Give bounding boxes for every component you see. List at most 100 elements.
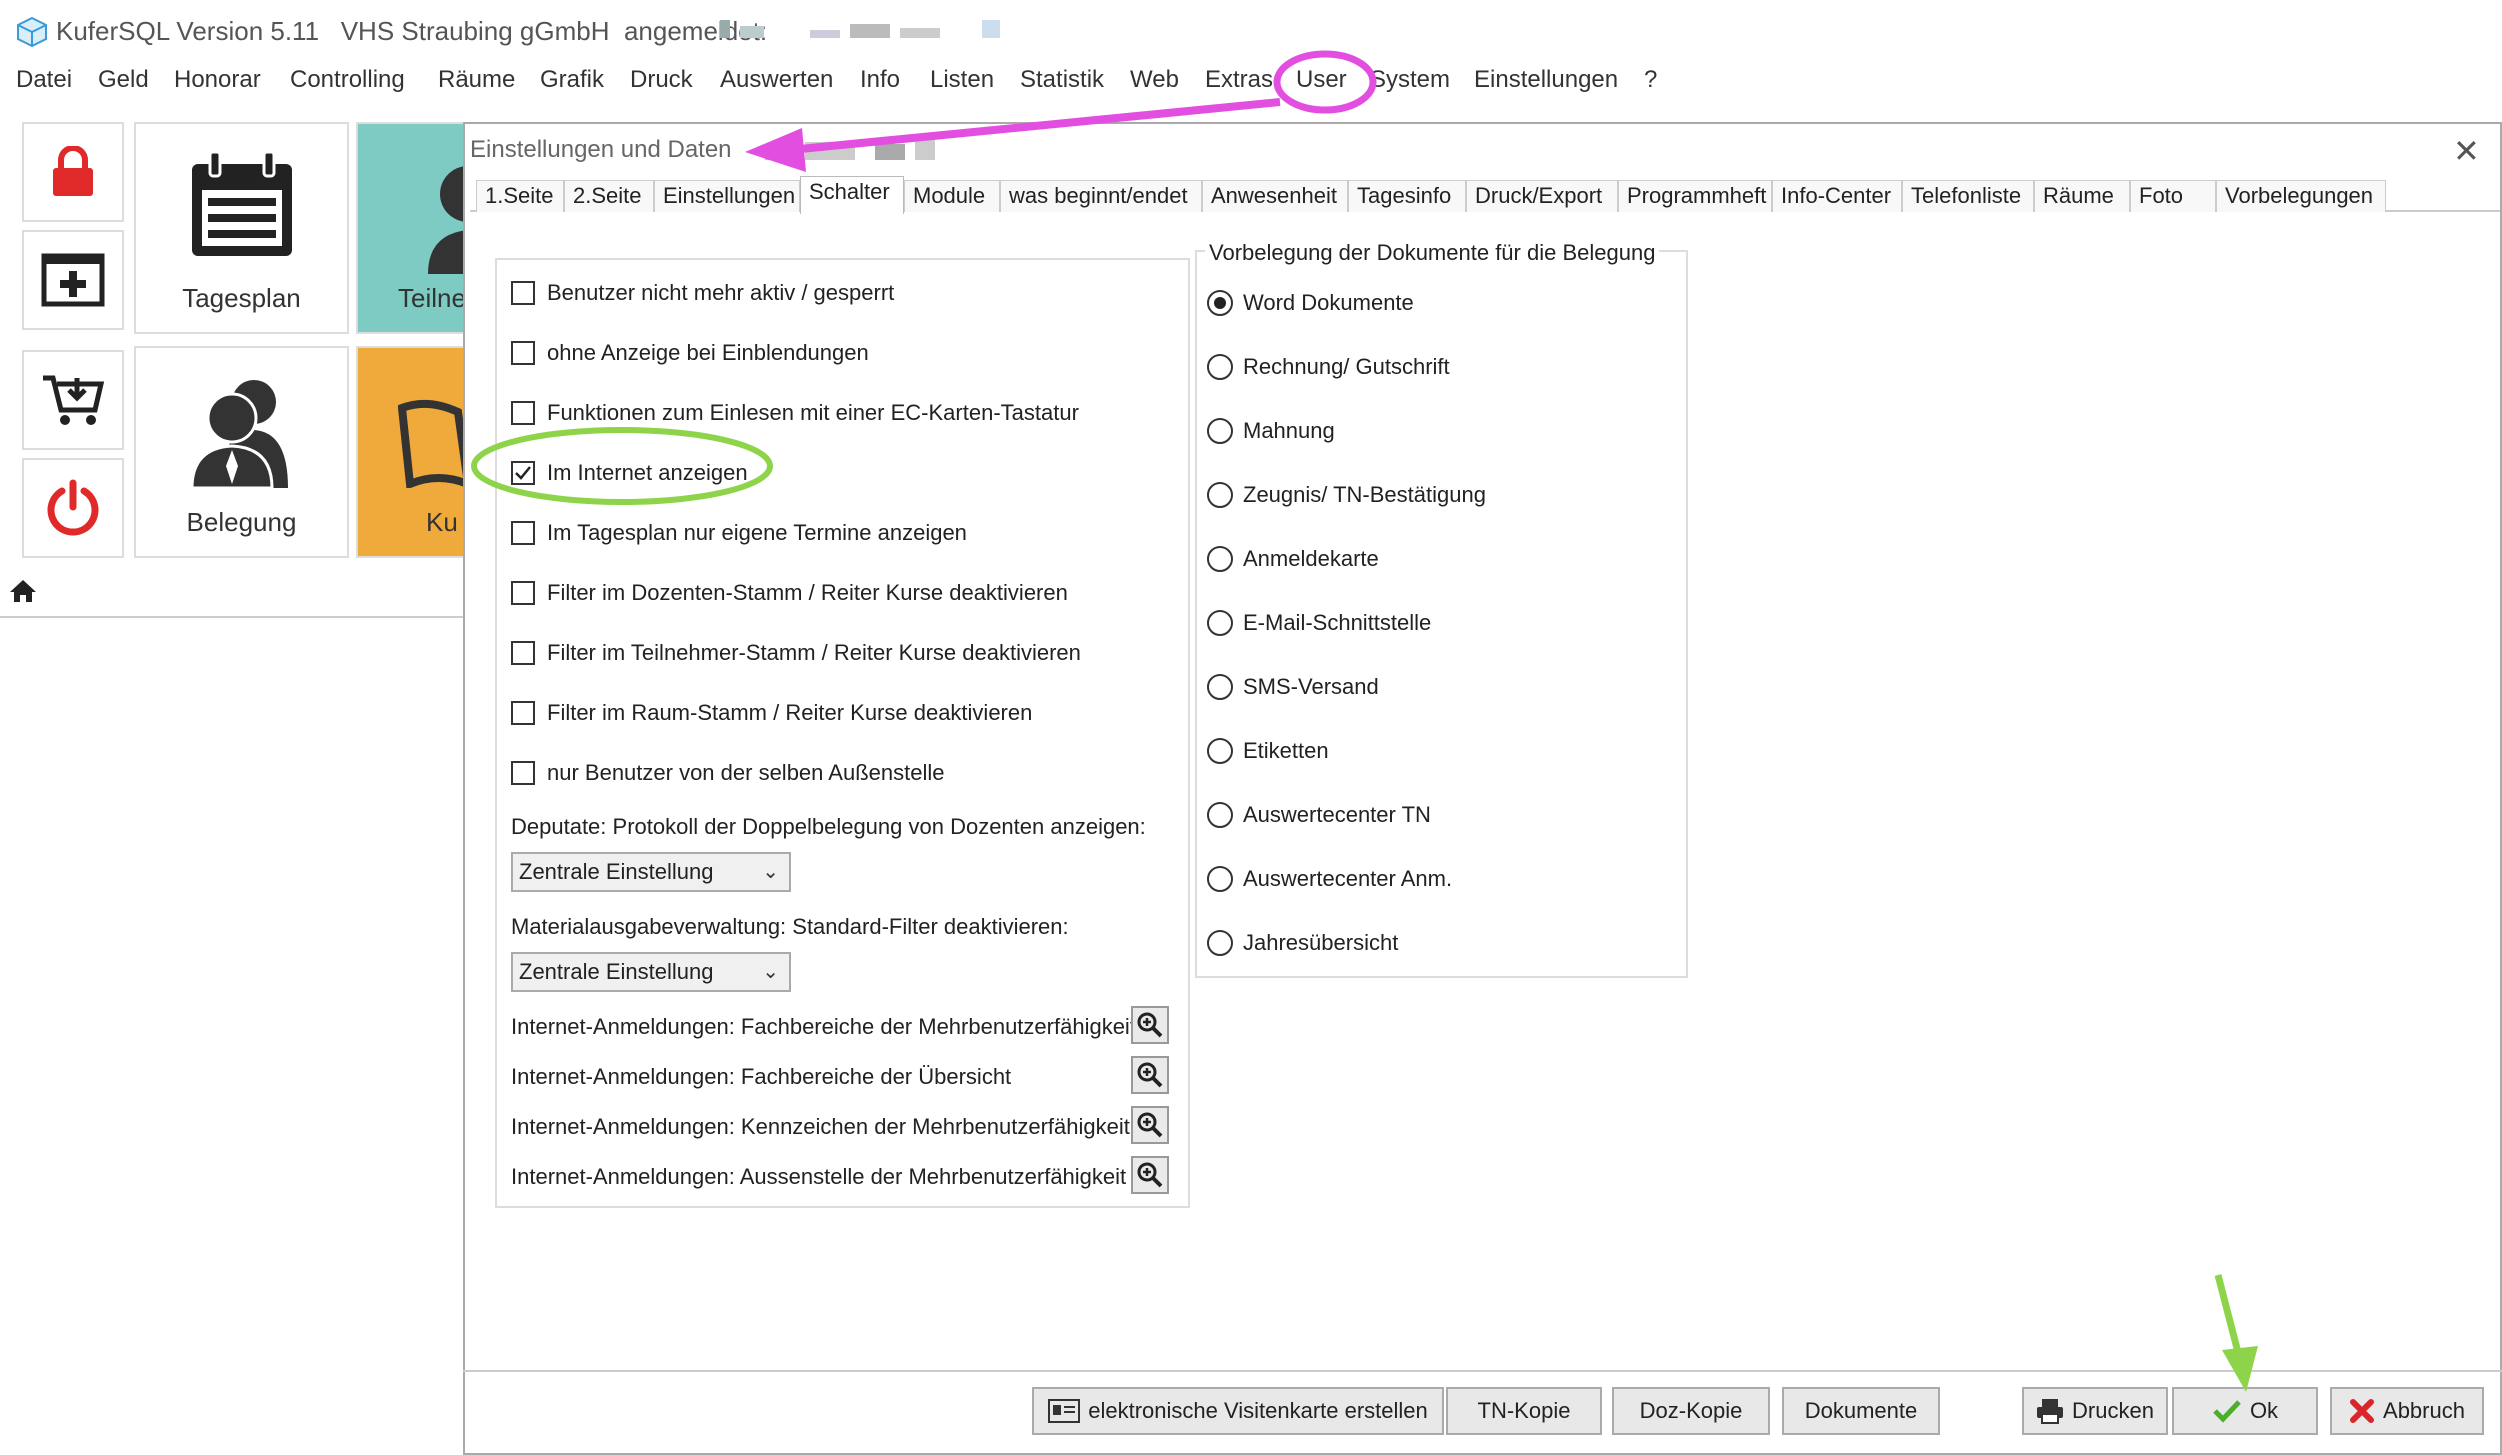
ok-button[interactable]: Ok: [2172, 1387, 2318, 1435]
radio[interactable]: [1207, 482, 1233, 508]
radio[interactable]: [1207, 418, 1233, 444]
radio[interactable]: [1207, 738, 1233, 764]
zoom-button[interactable]: [1131, 1006, 1169, 1044]
radio[interactable]: [1207, 354, 1233, 380]
radio-selected[interactable]: [1207, 290, 1233, 316]
checkbox-row[interactable]: Filter im Dozenten-Stamm / Reiter Kurse …: [511, 580, 1068, 606]
checkbox-row[interactable]: Filter im Teilnehmer-Stamm / Reiter Kurs…: [511, 640, 1081, 666]
menu-datei[interactable]: Datei: [16, 66, 72, 94]
material-select[interactable]: Zentrale Einstellung ⌄: [511, 952, 791, 992]
menu-honorar[interactable]: Honorar: [174, 66, 261, 94]
zoom-button[interactable]: [1131, 1156, 1169, 1194]
radio-row[interactable]: Jahresübersicht: [1207, 930, 1398, 956]
menu-einstellungen[interactable]: Einstellungen: [1474, 66, 1618, 94]
tile-belegung[interactable]: Belegung: [134, 346, 349, 558]
tab-foto[interactable]: Foto: [2130, 180, 2216, 212]
checkbox-row[interactable]: Funktionen zum Einlesen mit einer EC-Kar…: [511, 400, 1079, 426]
tab-2-seite[interactable]: 2.Seite: [564, 180, 654, 212]
add-window-button[interactable]: [22, 230, 124, 330]
menu-web[interactable]: Web: [1130, 66, 1179, 94]
menu-controlling[interactable]: Controlling: [290, 66, 405, 94]
radio-row[interactable]: Anmeldekarte: [1207, 546, 1379, 572]
checkbox-label: Im Tagesplan nur eigene Termine anzeigen: [547, 520, 967, 545]
cart-button[interactable]: [22, 350, 124, 450]
menu-grafik[interactable]: Grafik: [540, 66, 604, 94]
dokumente-button[interactable]: Dokumente: [1782, 1387, 1940, 1435]
tab-module[interactable]: Module: [904, 180, 1000, 212]
tn-kopie-button[interactable]: TN-Kopie: [1446, 1387, 1602, 1435]
drucken-button[interactable]: Drucken: [2022, 1387, 2168, 1435]
tab-info-center[interactable]: Info-Center: [1772, 180, 1902, 212]
radio-row[interactable]: SMS-Versand: [1207, 674, 1379, 700]
tab-1-seite[interactable]: 1.Seite: [476, 180, 564, 212]
tab-vorbelegungen[interactable]: Vorbelegungen: [2216, 180, 2386, 212]
checkbox[interactable]: [511, 761, 535, 785]
radio-row[interactable]: Mahnung: [1207, 418, 1335, 444]
menu-system[interactable]: System: [1370, 66, 1450, 94]
radio-row[interactable]: E-Mail-Schnittstelle: [1207, 610, 1431, 636]
menu-extras[interactable]: Extras: [1205, 66, 1273, 94]
checkbox[interactable]: [511, 341, 535, 365]
home-icon[interactable]: [8, 578, 38, 604]
tab-druck-export[interactable]: Druck/Export: [1466, 180, 1618, 212]
radio[interactable]: [1207, 866, 1233, 892]
menu-statistik[interactable]: Statistik: [1020, 66, 1104, 94]
deputate-select[interactable]: Zentrale Einstellung ⌄: [511, 852, 791, 892]
radio-row[interactable]: Zeugnis/ TN-Bestätigung: [1207, 482, 1486, 508]
radio-row[interactable]: Auswertecenter Anm.: [1207, 866, 1452, 892]
radio-row[interactable]: Word Dokumente: [1207, 290, 1414, 316]
zoom-button[interactable]: [1131, 1106, 1169, 1144]
abbruch-button[interactable]: Abbruch: [2330, 1387, 2484, 1435]
checkbox-row[interactable]: Benutzer nicht mehr aktiv / gesperrt: [511, 280, 894, 306]
checkbox-row[interactable]: Im Tagesplan nur eigene Termine anzeigen: [511, 520, 967, 546]
checkbox[interactable]: [511, 701, 535, 725]
tab-anwesenheit[interactable]: Anwesenheit: [1202, 180, 1348, 212]
menu-user[interactable]: User: [1296, 66, 1347, 94]
button-bar-divider: [463, 1370, 2502, 1372]
menu-listen[interactable]: Listen: [930, 66, 994, 94]
power-button[interactable]: [22, 458, 124, 558]
menu-auswerten[interactable]: Auswerten: [720, 66, 833, 94]
checkbox-row-internet[interactable]: Im Internet anzeigen: [511, 460, 748, 486]
radio-row[interactable]: Auswertecenter TN: [1207, 802, 1431, 828]
tab-einstellungen[interactable]: Einstellungen: [654, 180, 800, 212]
radio[interactable]: [1207, 546, 1233, 572]
checkbox-label: Filter im Dozenten-Stamm / Reiter Kurse …: [547, 580, 1068, 605]
tile-kurse[interactable]: Ku: [356, 346, 468, 558]
checkbox[interactable]: [511, 641, 535, 665]
menu-info[interactable]: Info: [860, 66, 900, 94]
menu-raeume[interactable]: Räume: [438, 66, 515, 94]
checkbox-row[interactable]: ohne Anzeige bei Einblendungen: [511, 340, 869, 366]
tab-tagesinfo[interactable]: Tagesinfo: [1348, 180, 1466, 212]
visitenkarte-button[interactable]: elektronische Visitenkarte erstellen: [1032, 1387, 1444, 1435]
doz-kopie-button[interactable]: Doz-Kopie: [1612, 1387, 1770, 1435]
tab-raeume[interactable]: Räume: [2034, 180, 2130, 212]
menu-druck[interactable]: Druck: [630, 66, 693, 94]
tab-was-beginnt-endet[interactable]: was beginnt/endet: [1000, 180, 1202, 212]
checkbox[interactable]: [511, 401, 535, 425]
checkbox[interactable]: [511, 521, 535, 545]
menu-help[interactable]: ?: [1644, 66, 1657, 94]
checkbox-checked[interactable]: [511, 461, 535, 485]
checkbox-row[interactable]: nur Benutzer von der selben Außenstelle: [511, 760, 944, 786]
checkbox[interactable]: [511, 581, 535, 605]
checkbox-label: Filter im Teilnehmer-Stamm / Reiter Kurs…: [547, 640, 1081, 665]
radio[interactable]: [1207, 610, 1233, 636]
tab-programmheft[interactable]: Programmheft: [1618, 180, 1772, 212]
menu-geld[interactable]: Geld: [98, 66, 149, 94]
radio-row[interactable]: Rechnung/ Gutschrift: [1207, 354, 1450, 380]
tile-tagesplan[interactable]: Tagesplan: [134, 122, 349, 334]
close-icon[interactable]: ✕: [2453, 132, 2480, 170]
radio[interactable]: [1207, 930, 1233, 956]
tab-telefonliste[interactable]: Telefonliste: [1902, 180, 2034, 212]
lock-button[interactable]: [22, 122, 124, 222]
checkbox-row[interactable]: Filter im Raum-Stamm / Reiter Kurse deak…: [511, 700, 1032, 726]
zoom-button[interactable]: [1131, 1056, 1169, 1094]
radio-row[interactable]: Etiketten: [1207, 738, 1329, 764]
radio[interactable]: [1207, 802, 1233, 828]
tab-schalter[interactable]: Schalter: [800, 176, 904, 214]
tile-teilnehmer[interactable]: Teilne: [356, 122, 468, 334]
radio[interactable]: [1207, 674, 1233, 700]
checkbox[interactable]: [511, 281, 535, 305]
tile-label: Teilne: [398, 283, 466, 313]
